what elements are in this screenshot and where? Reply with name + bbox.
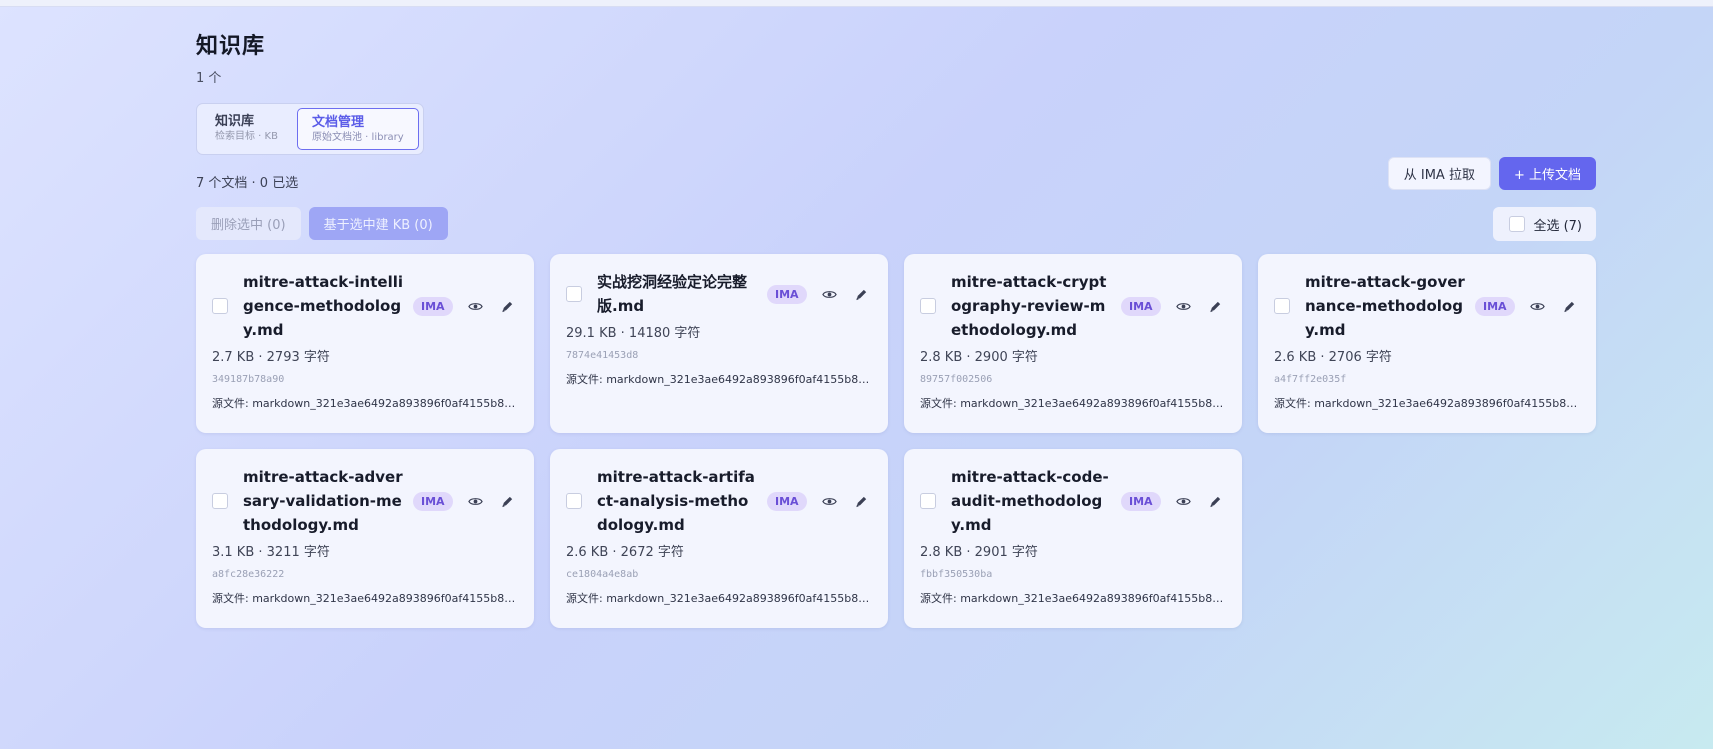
document-meta: 2.8 KB · 2901 字符 xyxy=(920,545,1038,560)
selection-actions: 删除选中 (0) 基于选中建 KB (0) xyxy=(196,207,448,240)
tab-label: 文档管理 xyxy=(312,115,365,130)
card-header: mitre-attack-cryptography-review-methodo… xyxy=(920,270,1226,342)
card-header: mitre-attack-governance-methodology.md I… xyxy=(1274,270,1580,342)
eye-icon[interactable] xyxy=(1175,297,1193,315)
card-header: mitre-attack-intelligence-methodology.md… xyxy=(212,270,518,342)
pencil-icon[interactable] xyxy=(1207,297,1225,315)
card-header: mitre-attack-code-audit-methodology.md I… xyxy=(920,465,1226,537)
kb-count: 1 个 xyxy=(196,71,222,86)
source-badge: IMA xyxy=(1475,296,1515,316)
document-checkbox[interactable] xyxy=(566,286,582,302)
source-badge: IMA xyxy=(767,284,807,304)
upload-document-button[interactable]: + 上传文档 xyxy=(1498,157,1596,190)
document-hash: a8fc28e36222 xyxy=(212,569,285,580)
pencil-icon[interactable] xyxy=(499,297,517,315)
document-name: mitre-attack-cryptography-review-methodo… xyxy=(951,273,1107,339)
delete-selected-button[interactable]: 删除选中 (0) xyxy=(196,207,301,240)
document-meta: 29.1 KB · 14180 字符 xyxy=(566,326,701,341)
document-card[interactable]: mitre-attack-cryptography-review-methodo… xyxy=(904,254,1242,433)
eye-icon[interactable] xyxy=(467,492,485,510)
select-all-checkbox[interactable] xyxy=(1509,216,1526,232)
document-hash: fbbf350530ba xyxy=(920,569,993,580)
document-source: 源文件: markdown_321e3ae6492a893896f0af4155… xyxy=(920,592,1226,605)
document-card[interactable]: mitre-attack-artifact-analysis-methodolo… xyxy=(550,449,888,628)
document-hash: a4f7ff2e035f xyxy=(1274,374,1347,385)
eye-icon[interactable] xyxy=(1175,492,1193,510)
document-card[interactable]: mitre-attack-governance-methodology.md I… xyxy=(1258,254,1596,433)
document-name: mitre-attack-code-audit-methodology.md xyxy=(951,468,1109,534)
document-card[interactable]: mitre-attack-code-audit-methodology.md I… xyxy=(904,449,1242,628)
pencil-icon[interactable] xyxy=(499,492,517,510)
pencil-icon[interactable] xyxy=(853,285,871,303)
tab-subtitle: 原始文档池 · library xyxy=(312,132,404,143)
document-card[interactable]: mitre-attack-adversary-validation-method… xyxy=(196,449,534,628)
document-name: mitre-attack-intelligence-methodology.md xyxy=(243,273,404,339)
card-header: mitre-attack-artifact-analysis-methodolo… xyxy=(566,465,872,537)
eye-icon[interactable] xyxy=(1529,297,1547,315)
document-hash: 89757f002506 xyxy=(920,374,993,385)
document-checkbox[interactable] xyxy=(212,298,228,314)
document-source: 源文件: markdown_321e3ae6492a893896f0af4155… xyxy=(1274,397,1580,410)
document-meta: 2.6 KB · 2706 字符 xyxy=(1274,350,1392,365)
source-badge: IMA xyxy=(767,491,807,511)
document-checkbox[interactable] xyxy=(212,493,228,509)
source-badge: IMA xyxy=(1121,491,1161,511)
document-meta: 2.7 KB · 2793 字符 xyxy=(212,350,330,365)
document-checkbox[interactable] xyxy=(920,298,936,314)
tab-knowledge-base[interactable]: 知识库 检索目标 · KB xyxy=(201,108,293,150)
source-badge: IMA xyxy=(413,296,453,316)
document-source: 源文件: markdown_321e3ae6492a893896f0af4155… xyxy=(566,373,872,386)
eye-icon[interactable] xyxy=(821,492,839,510)
main-content: 知识库 1 个 知识库 检索目标 · KB 文档管理 原始文档池 · libra… xyxy=(196,30,1596,628)
card-header: mitre-attack-adversary-validation-method… xyxy=(212,465,518,537)
page-title: 知识库 xyxy=(196,34,266,59)
document-grid: mitre-attack-intelligence-methodology.md… xyxy=(196,254,1596,628)
pencil-icon[interactable] xyxy=(1207,492,1225,510)
eye-icon[interactable] xyxy=(821,285,839,303)
document-hash: 7874e41453d8 xyxy=(566,350,639,361)
document-name: 实战挖洞经验定论完整版.md xyxy=(597,273,748,315)
top-actions: 从 IMA 拉取 + 上传文档 xyxy=(1387,157,1596,190)
document-source: 源文件: markdown_321e3ae6492a893896f0af4155… xyxy=(566,592,872,605)
document-hash: 349187b78a90 xyxy=(212,374,285,385)
document-source: 源文件: markdown_321e3ae6492a893896f0af4155… xyxy=(212,397,518,410)
select-all-toggle[interactable]: 全选 (7) xyxy=(1493,207,1596,241)
source-badge: IMA xyxy=(413,491,453,511)
eye-icon[interactable] xyxy=(467,297,485,315)
view-tabs: 知识库 检索目标 · KB 文档管理 原始文档池 · library xyxy=(196,103,424,155)
source-badge: IMA xyxy=(1121,296,1161,316)
build-kb-from-selected-button[interactable]: 基于选中建 KB (0) xyxy=(308,207,448,240)
card-header: 实战挖洞经验定论完整版.md IMA xyxy=(566,270,872,318)
document-checkbox[interactable] xyxy=(566,493,582,509)
document-meta: 3.1 KB · 3211 字符 xyxy=(212,545,330,560)
document-name: mitre-attack-artifact-analysis-methodolo… xyxy=(597,468,755,534)
document-summary: 7 个文档 · 0 已选 xyxy=(196,176,299,191)
document-meta: 2.6 KB · 2672 字符 xyxy=(566,545,684,560)
document-card[interactable]: 实战挖洞经验定论完整版.md IMA 29.1 KB · 14180 字符 78… xyxy=(550,254,888,433)
document-name: mitre-attack-governance-methodology.md xyxy=(1305,273,1465,339)
window-top-bar xyxy=(0,0,1713,7)
document-source: 源文件: markdown_321e3ae6492a893896f0af4155… xyxy=(212,592,518,605)
pencil-icon[interactable] xyxy=(1561,297,1579,315)
tab-label: 知识库 xyxy=(215,114,255,129)
tab-subtitle: 检索目标 · KB xyxy=(215,131,278,142)
document-name: mitre-attack-adversary-validation-method… xyxy=(243,468,403,534)
pull-from-ima-button[interactable]: 从 IMA 拉取 xyxy=(1387,157,1491,190)
document-checkbox[interactable] xyxy=(1274,298,1290,314)
document-card[interactable]: mitre-attack-intelligence-methodology.md… xyxy=(196,254,534,433)
document-hash: ce1804a4e8ab xyxy=(566,569,639,580)
document-source: 源文件: markdown_321e3ae6492a893896f0af4155… xyxy=(920,397,1226,410)
select-all-label: 全选 (7) xyxy=(1533,218,1582,234)
tab-document-management[interactable]: 文档管理 原始文档池 · library xyxy=(297,108,419,150)
pencil-icon[interactable] xyxy=(853,492,871,510)
document-meta: 2.8 KB · 2900 字符 xyxy=(920,350,1038,365)
document-checkbox[interactable] xyxy=(920,493,936,509)
